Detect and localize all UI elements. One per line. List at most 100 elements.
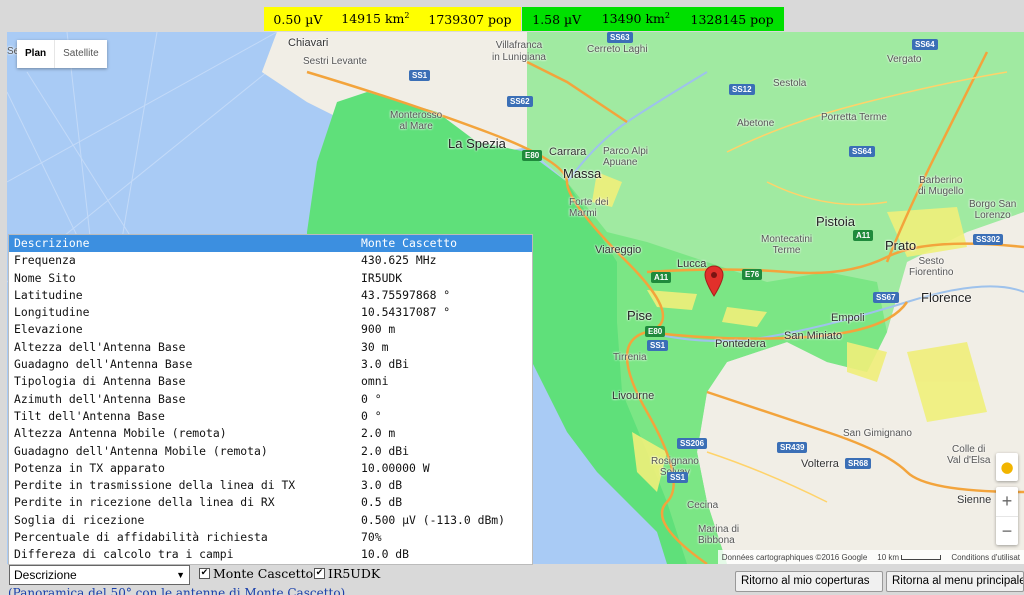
table-row: Guadagno dell'Antenna Mobile (remota) 2.0… [9, 443, 532, 460]
terms-link[interactable]: Conditions d'utilisat [951, 553, 1020, 562]
place-san-miniato: San Miniato [784, 330, 843, 342]
place-empoli: Empoli [831, 312, 865, 324]
row-label: Altezza Antenna Mobile (remota) [14, 426, 227, 441]
table-row: Altezza Antenna Mobile (remota) 2.0 m [9, 425, 532, 442]
row-value: 2.0 m [361, 426, 396, 441]
place-montecatini: Montecatini Terme [761, 234, 813, 256]
table-row: Azimuth dell'Antenna Base 0 ° [9, 391, 532, 408]
place-tirrenia: Tirrenia [613, 352, 647, 363]
return-menu-button[interactable]: Ritorna al menu principale [886, 571, 1024, 592]
legend-green-level: 1.58 µV [532, 11, 582, 27]
map-type-control: Plan Satellite [17, 40, 107, 68]
checkbox-label: Monte Cascetto [213, 566, 314, 581]
row-label: Tipologia di Antenna Base [14, 374, 186, 389]
row-label: Potenza in TX apparato [14, 460, 165, 475]
legend-yellow-area: 14915 km2 [341, 11, 410, 27]
checkbox-monte-cascetto[interactable]: ✔ Monte Cascetto [199, 566, 313, 581]
zoom-in-button[interactable]: + [996, 487, 1018, 516]
row-value: 10.54317087 ° [361, 305, 451, 320]
table-row: Potenza in TX apparato 10.00000 W [9, 460, 532, 477]
row-value: 0 ° [361, 391, 382, 406]
table-row: Frequenza 430.625 MHz [9, 252, 532, 269]
location-pin-icon[interactable] [704, 265, 724, 297]
row-label: Azimuth dell'Antenna Base [14, 391, 186, 406]
legend-coverage-yellow: 0.50 µV 14915 km2 1739307 pop [264, 7, 521, 31]
table-row: Differeza di calcolo tra i campi 10.0 dB [9, 546, 532, 563]
page: 0.50 µV 14915 km2 1739307 pop 1.58 µV 13… [0, 0, 1024, 595]
checkbox-check-icon[interactable]: ✔ [199, 568, 210, 579]
place-pistoia: Pistoia [816, 214, 856, 229]
site-info-panel: Descrizione Monte Cascetto Frequenza 430.… [8, 234, 533, 565]
road-shield: SS12 [729, 84, 755, 95]
place-florence: Florence [921, 290, 972, 305]
place-monterosso: Monterosso al Mare [390, 110, 443, 132]
row-value: 900 m [361, 322, 396, 337]
header-label: Descrizione [9, 235, 356, 253]
description-select[interactable]: Descrizione ▼ [9, 565, 190, 585]
map-data-credit: Données cartographiques ©2016 Google [721, 552, 868, 562]
road-shield: E80 [645, 326, 666, 337]
street-view-pegman-icon[interactable]: ● [996, 453, 1018, 481]
table-row: Soglia di ricezione 0.500 µV (-113.0 dBm) [9, 512, 532, 529]
map-attribution: Données cartographiques ©2016 Google 10 … [717, 550, 1024, 564]
table-row: Latitudine 43.75597868 ° [9, 287, 532, 304]
row-value: 430.625 MHz [361, 253, 437, 268]
place-borgo-san-lorenzo: Borgo San Lorenzo [969, 199, 1017, 221]
row-label: Guadagno dell'Antenna Mobile (remota) [14, 443, 268, 458]
legend-green-area: 13490 km2 [601, 11, 670, 27]
place-pontedera: Pontedera [715, 338, 766, 350]
place-carrara: Carrara [549, 146, 587, 158]
table-row: Nome Sito IR5UDK [9, 270, 532, 287]
checkbox-check-icon[interactable]: ✔ [314, 568, 325, 579]
legend-coverage-green: 1.58 µV 13490 km2 1328145 pop [522, 7, 784, 31]
road-shield: E76 [742, 269, 763, 280]
map-type-plan-button[interactable]: Plan [17, 40, 54, 68]
road-shield: SS64 [849, 146, 875, 157]
return-coverage-button[interactable]: Ritorno al mio coperturas [735, 571, 883, 592]
row-value: 10.0 dB [361, 547, 410, 562]
place-parco-alpi: Parco Alpi Apuane [603, 146, 649, 168]
legend-yellow-pop: 1739307 pop [428, 11, 512, 27]
row-label: Altezza dell'Antenna Base [14, 339, 186, 354]
road-shield: SS1 [667, 472, 689, 483]
checkbox-ir5udk[interactable]: ✔ IR5UDK [314, 566, 380, 581]
place-viareggio: Viareggio [595, 244, 642, 256]
table-row: Guadagno dell'Antenna Base 3.0 dBi [9, 356, 532, 373]
row-label: Differeza di calcolo tra i campi [14, 547, 234, 562]
legend-yellow-level: 0.50 µV [273, 11, 323, 27]
row-label: Elevazione [14, 322, 83, 337]
place-volterra: Volterra [801, 458, 839, 470]
table-row: Altezza dell'Antenna Base 30 m [9, 339, 532, 356]
checkbox-label: IR5UDK [328, 566, 381, 581]
table-row: Percentuale di affidabilità richiesta 70% [9, 529, 532, 546]
zoom-out-button[interactable]: − [996, 516, 1018, 545]
place-marina-di-bibbona: Marina di Bibbona [698, 524, 740, 546]
road-shield: SS1 [647, 340, 669, 351]
zoom-control: + − [996, 487, 1018, 545]
road-shield: A11 [651, 272, 672, 283]
table-row: Tipologia di Antenna Base omni [9, 373, 532, 390]
map-scale: 10 km [877, 553, 942, 562]
panorama-link[interactable]: (Panoramica del 50° con le antenne di Mo… [8, 586, 345, 595]
site-info-table: Descrizione Monte Cascetto Frequenza 430.… [9, 235, 532, 564]
place-vergato: Vergato [887, 54, 922, 65]
road-shield: SS1 [409, 70, 431, 81]
table-header-row: Descrizione Monte Cascetto [9, 235, 532, 253]
road-shield: SS62 [507, 96, 533, 107]
table-row: Tilt dell'Antenna Base 0 ° [9, 408, 532, 425]
map-type-satellite-button[interactable]: Satellite [54, 40, 107, 68]
place-sestri-levante: Sestri Levante [303, 56, 367, 67]
row-label: Frequenza [14, 253, 76, 268]
place-abetone: Abetone [737, 118, 775, 129]
road-shield: SS206 [677, 438, 708, 449]
row-label: Percentuale di affidabilità richiesta [14, 530, 268, 545]
place-forte-dei-marmi: Forte dei Marmi [569, 197, 609, 219]
table-row: Longitudine 10.54317087 ° [9, 304, 532, 321]
row-value: omni [361, 374, 389, 389]
row-value: 2.0 dBi [361, 443, 410, 458]
row-label: Latitudine [14, 287, 83, 302]
row-value: 10.00000 W [361, 460, 430, 475]
row-label: Guadagno dell'Antenna Base [14, 357, 193, 372]
row-value: 30 m [361, 339, 389, 354]
place-chiavari: Chiavari [288, 37, 329, 49]
